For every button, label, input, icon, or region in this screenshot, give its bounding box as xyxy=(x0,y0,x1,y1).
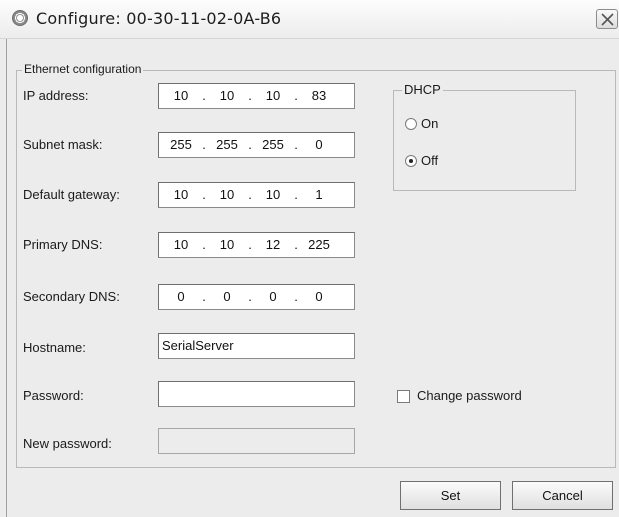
dhcp-off-label[interactable]: Off xyxy=(421,153,438,168)
primary-dns-field[interactable]: 10 . 10 . 12 . 225 xyxy=(158,232,355,258)
secondary-dns-octet-4: 0 xyxy=(315,289,323,304)
default-gateway-field[interactable]: 10 . 10 . 10 . 1 xyxy=(158,182,355,208)
subnet-mask-field[interactable]: 255 . 255 . 255 . 0 xyxy=(158,132,355,158)
close-icon xyxy=(601,13,614,26)
secondary-dns-octet-1: 0 xyxy=(177,289,185,304)
ip-address-label: IP address: xyxy=(23,88,89,103)
ip-dot: . xyxy=(202,88,206,103)
dhcp-off-radio[interactable] xyxy=(405,155,417,167)
primary-dns-octet-1: 10 xyxy=(173,237,189,252)
ip-octet-2: 10 xyxy=(219,88,235,103)
subnet-dot: . xyxy=(202,137,206,152)
new-password-input xyxy=(158,428,355,454)
subnet-dot: . xyxy=(294,137,298,152)
radio-selected-dot xyxy=(409,159,413,163)
primary-dns-octet-4: 225 xyxy=(308,237,330,252)
password-input[interactable] xyxy=(158,381,355,407)
change-password-label[interactable]: Change password xyxy=(417,388,522,403)
ip-dot: . xyxy=(248,88,252,103)
ip-octet-1: 10 xyxy=(173,88,189,103)
secondary-dns-label: Secondary DNS: xyxy=(23,289,120,304)
primary-dns-octet-2: 10 xyxy=(219,237,235,252)
dhcp-on-label[interactable]: On xyxy=(421,116,438,131)
password-label: Password: xyxy=(23,388,84,403)
gateway-dot: . xyxy=(202,187,206,202)
change-password-checkbox[interactable] xyxy=(397,390,410,403)
primary-dns-label: Primary DNS: xyxy=(23,237,103,252)
dhcp-legend: DHCP xyxy=(402,82,443,97)
ip-octet-4: 83 xyxy=(311,88,327,103)
subnet-octet-3: 255 xyxy=(262,137,284,152)
window-title: Configure: 00-30-11-02-0A-B6 xyxy=(36,9,282,28)
ethernet-configuration-legend: Ethernet configuration xyxy=(22,62,144,76)
subnet-octet-2: 255 xyxy=(216,137,238,152)
primary-dns-dot: . xyxy=(248,237,252,252)
hostname-label: Hostname: xyxy=(23,340,86,355)
secondary-dns-field[interactable]: 0 . 0 . 0 . 0 xyxy=(158,284,355,310)
set-button[interactable]: Set xyxy=(400,481,501,510)
secondary-dns-dot: . xyxy=(248,289,252,304)
ip-dot: . xyxy=(294,88,298,103)
gateway-octet-2: 10 xyxy=(219,187,235,202)
gear-icon xyxy=(12,10,28,26)
gateway-octet-1: 10 xyxy=(173,187,189,202)
gateway-octet-3: 10 xyxy=(265,187,281,202)
hostname-input[interactable]: SerialServer xyxy=(158,333,355,359)
new-password-label: New password: xyxy=(23,436,112,451)
title-bar[interactable]: Configure: 00-30-11-02-0A-B6 xyxy=(0,0,619,39)
subnet-octet-1: 255 xyxy=(170,137,192,152)
dhcp-on-radio[interactable] xyxy=(405,118,417,130)
gateway-octet-4: 1 xyxy=(315,187,323,202)
default-gateway-label: Default gateway: xyxy=(23,187,120,202)
gateway-dot: . xyxy=(248,187,252,202)
cancel-button[interactable]: Cancel xyxy=(512,481,613,510)
ip-octet-3: 10 xyxy=(265,88,281,103)
dhcp-group xyxy=(393,90,576,191)
subnet-octet-4: 0 xyxy=(315,137,323,152)
secondary-dns-octet-3: 0 xyxy=(269,289,277,304)
gateway-dot: . xyxy=(294,187,298,202)
primary-dns-dot: . xyxy=(294,237,298,252)
secondary-dns-dot: . xyxy=(202,289,206,304)
configure-dialog: Configure: 00-30-11-02-0A-B6 Ethernet co… xyxy=(0,0,619,517)
subnet-mask-label: Subnet mask: xyxy=(23,137,103,152)
secondary-dns-dot: . xyxy=(294,289,298,304)
subnet-dot: . xyxy=(248,137,252,152)
primary-dns-octet-3: 12 xyxy=(265,237,281,252)
primary-dns-dot: . xyxy=(202,237,206,252)
close-button[interactable] xyxy=(596,9,618,29)
secondary-dns-octet-2: 0 xyxy=(223,289,231,304)
ip-address-field[interactable]: 10 . 10 . 10 . 83 xyxy=(158,83,355,109)
